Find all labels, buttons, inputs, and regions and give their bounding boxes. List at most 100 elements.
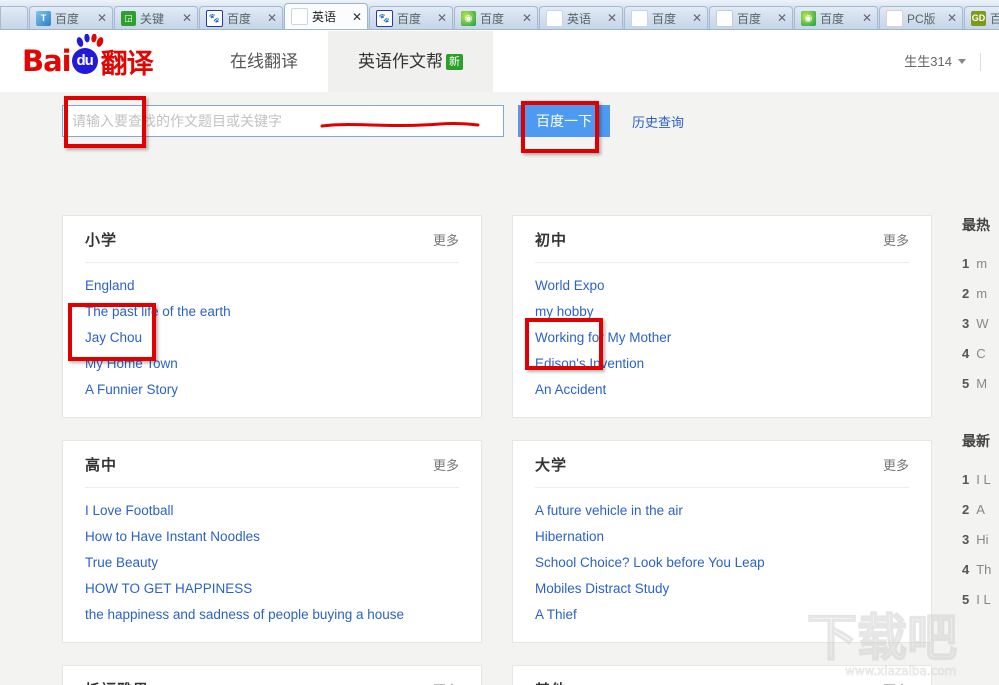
essay-link[interactable]: World Expo <box>535 278 605 293</box>
rail-rank: 3 <box>962 532 969 547</box>
browser-tab[interactable] <box>0 6 28 29</box>
essay-link[interactable]: Mobiles Distract Study <box>535 581 669 596</box>
search-input[interactable] <box>62 105 504 137</box>
nav-item-essay-helper[interactable]: 英语作文帮新 <box>328 31 493 92</box>
baidu-fanyi-logo[interactable]: Bai du 翻译 <box>22 43 153 79</box>
category-card: 大学 更多 A future vehicle in the air Hibernati… <box>512 440 932 643</box>
browser-tab-title: 百度 <box>820 10 861 27</box>
browser-tab-title: 百度 <box>990 10 999 27</box>
essay-link[interactable]: True Beauty <box>85 555 158 570</box>
rail-link[interactable]: W <box>976 316 988 331</box>
category-card-header: 高中更多 <box>85 441 459 488</box>
list-item: England <box>85 273 459 299</box>
rail-link[interactable]: M <box>976 376 987 391</box>
close-icon[interactable]: ✕ <box>351 11 363 23</box>
list-item: my hobby <box>535 299 909 325</box>
close-icon[interactable]: ✕ <box>691 12 703 24</box>
rail-list: 1m2m3W4C5M <box>962 249 999 399</box>
essay-link[interactable]: How to Have Instant Noodles <box>85 529 260 544</box>
browser-tab[interactable]: 译英语✕ <box>539 6 623 29</box>
essay-link[interactable]: the happiness and sadness of people buyi… <box>85 607 404 622</box>
essay-link[interactable]: Edison's Invention <box>535 356 644 371</box>
rail-link[interactable]: I L <box>976 472 990 487</box>
browser-tab-title: 百度 <box>480 10 521 27</box>
close-icon[interactable]: ✕ <box>96 12 108 24</box>
rail-rank: 5 <box>962 592 969 607</box>
close-icon[interactable]: ✕ <box>776 12 788 24</box>
essay-link[interactable]: England <box>85 278 135 293</box>
user-area[interactable]: 生生314 <box>904 31 981 92</box>
more-link[interactable]: 更多 <box>433 680 459 685</box>
rail-link[interactable]: m <box>976 256 987 271</box>
close-icon[interactable]: ✕ <box>861 12 873 24</box>
nav-item-label: 英语作文帮 <box>358 52 443 71</box>
close-icon[interactable]: ✕ <box>266 12 278 24</box>
history-query-link[interactable]: 历史查询 <box>632 112 684 131</box>
more-link[interactable]: 更多 <box>433 230 459 249</box>
rail-title: 最热 <box>962 215 999 235</box>
rail-link[interactable]: Hi <box>976 532 988 547</box>
browser-tab[interactable]: 🐾百度✕ <box>199 6 283 29</box>
close-icon[interactable]: ✕ <box>946 12 958 24</box>
rail-link[interactable]: m <box>976 286 987 301</box>
essay-link[interactable]: Jay Chou <box>85 330 142 345</box>
more-link[interactable]: 更多 <box>883 455 909 474</box>
chevron-down-icon[interactable] <box>958 59 966 64</box>
close-icon[interactable]: ✕ <box>521 12 533 24</box>
essay-link[interactable]: A Thief <box>535 607 577 622</box>
browser-tab[interactable]: ▤百度✕ <box>709 6 793 29</box>
category-card-title: 大学 <box>535 454 567 475</box>
browser-tab-title: PC版 <box>907 10 946 27</box>
browser-tab[interactable]: ◉百度✕ <box>794 6 878 29</box>
essay-link[interactable]: Working for My Mother <box>535 330 671 345</box>
essay-link[interactable]: A Funnier Story <box>85 382 178 397</box>
list-item: My Home Town <box>85 351 459 377</box>
close-icon[interactable]: ✕ <box>436 12 448 24</box>
essay-link[interactable]: Hibernation <box>535 529 604 544</box>
essay-link[interactable]: An Accident <box>535 382 606 397</box>
divider <box>980 53 981 71</box>
browser-tab[interactable]: ◉百度✕ <box>454 6 538 29</box>
browser-tab-title: 百度 <box>737 10 776 27</box>
browser-tab[interactable]: 🐾百度✕ <box>369 6 453 29</box>
essay-link[interactable]: HOW TO GET HAPPINESS <box>85 581 252 596</box>
essay-link[interactable]: A future vehicle in the air <box>535 503 683 518</box>
close-icon[interactable]: ✕ <box>181 12 193 24</box>
essay-link[interactable]: My Home Town <box>85 356 178 371</box>
browser-tab[interactable]: BPC版✕ <box>879 6 963 29</box>
more-link[interactable]: 更多 <box>433 455 459 474</box>
nav-item-online-translate[interactable]: 在线翻译 <box>200 31 328 92</box>
browser-tab[interactable]: GD百度✕ <box>964 6 999 29</box>
list-item: World Expo <box>535 273 909 299</box>
rail-block: 最新1I L2A3Hi4Th5I L <box>962 431 999 615</box>
search-submit-button[interactable]: 百度一下 <box>518 105 610 137</box>
browser-tab[interactable]: ◲关键✕ <box>114 6 198 29</box>
more-link[interactable]: 更多 <box>883 680 909 685</box>
rail-block: 最热1m2m3W4C5M <box>962 215 999 399</box>
more-link[interactable]: 更多 <box>883 230 909 249</box>
rail-rank: 2 <box>962 286 969 301</box>
browser-tab[interactable]: 译英语✕ <box>284 3 368 29</box>
rail-link[interactable]: I L <box>976 592 990 607</box>
essay-link[interactable]: my hobby <box>535 304 594 319</box>
browser-tab-strip: T百度✕◲关键✕🐾百度✕译英语✕🐾百度✕◉百度✕译英语✕译百度✕▤百度✕◉百度✕… <box>0 0 999 30</box>
browser-tab[interactable]: T百度✕ <box>29 6 113 29</box>
category-card-header: 托福雅思更多 <box>85 666 459 685</box>
list-item: How to Have Instant Noodles <box>85 524 459 550</box>
nav-item-label: 在线翻译 <box>230 52 298 71</box>
essay-link[interactable]: School Choice? Look before You Leap <box>535 555 765 570</box>
list-item: An Accident <box>535 377 909 403</box>
rail-link[interactable]: A <box>976 502 985 517</box>
rail-link[interactable]: Th <box>976 562 991 577</box>
essay-link[interactable]: The past life of the earth <box>85 304 231 319</box>
essay-link[interactable]: I Love Football <box>85 503 174 518</box>
browser-tab[interactable]: 译百度✕ <box>624 6 708 29</box>
rail-rank: 4 <box>962 346 969 361</box>
list-item: I Love Football <box>85 498 459 524</box>
rail-rank: 1 <box>962 256 969 271</box>
category-card-header: 小学更多 <box>85 216 459 263</box>
rail-list-item: 1m <box>962 249 999 279</box>
rail-link[interactable]: C <box>976 346 985 361</box>
essay-list: I Love Football How to Have Instant Noodl… <box>85 488 459 628</box>
close-icon[interactable]: ✕ <box>606 12 618 24</box>
